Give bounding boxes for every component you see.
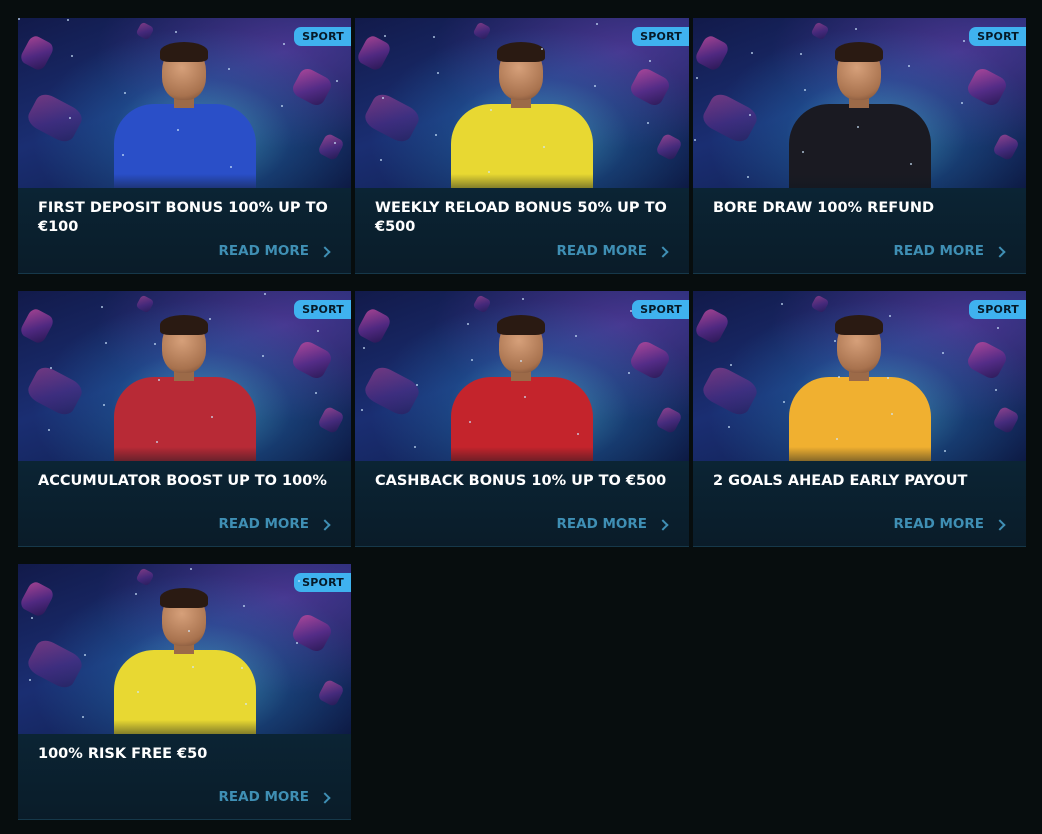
read-more-label: READ MORE — [218, 516, 310, 532]
chevron-right-icon — [657, 518, 669, 531]
jersey — [113, 104, 256, 188]
promo-banner-image: SPORT — [18, 18, 351, 188]
chevron-right-icon — [994, 245, 1006, 258]
chevron-right-icon — [657, 245, 669, 258]
promo-banner-image: SPORT — [355, 291, 689, 461]
promo-title: 100% RISK FREE €50 — [38, 746, 208, 762]
promo-card[interactable]: SPORT CASHBACK BONUS 10% UP TO €500 READ… — [355, 291, 689, 547]
promo-banner-image: SPORT — [693, 18, 1026, 188]
player-illustration — [437, 34, 607, 188]
jersey — [451, 377, 593, 461]
player-illustration — [100, 34, 270, 188]
promo-banner-image: SPORT — [18, 564, 351, 734]
sport-badge: SPORT — [632, 300, 689, 319]
player-illustration — [100, 307, 270, 461]
read-more-label: READ MORE — [556, 243, 648, 259]
promo-title: CASHBACK BONUS 10% UP TO €500 — [375, 473, 667, 489]
promo-title: FIRST DEPOSIT BONUS 100% UP TO €100 — [38, 200, 328, 235]
player-illustration — [775, 307, 945, 461]
read-more-label: READ MORE — [556, 516, 648, 532]
chevron-right-icon — [319, 791, 331, 804]
sport-badge: SPORT — [294, 27, 351, 46]
promo-title: 2 GOALS AHEAD EARLY PAYOUT — [713, 473, 968, 489]
promo-card[interactable]: SPORT FIRST DEPOSIT BONUS 100% UP TO €10… — [18, 18, 351, 274]
promo-banner-image: SPORT — [355, 18, 689, 188]
promo-title: WEEKLY RELOAD BONUS 50% UP TO €500 — [375, 200, 667, 235]
read-more-link[interactable]: READ MORE — [893, 516, 1006, 532]
read-more-link[interactable]: READ MORE — [893, 243, 1006, 259]
read-more-link[interactable]: READ MORE — [556, 243, 669, 259]
promo-card[interactable]: SPORT 100% RISK FREE €50 READ MORE — [18, 564, 351, 820]
promo-title: BORE DRAW 100% REFUND — [713, 200, 935, 216]
player-illustration — [100, 580, 270, 734]
sport-badge: SPORT — [632, 27, 689, 46]
read-more-link[interactable]: READ MORE — [556, 516, 669, 532]
sport-badge: SPORT — [294, 573, 351, 592]
sport-badge: SPORT — [969, 27, 1026, 46]
chevron-right-icon — [319, 518, 331, 531]
read-more-label: READ MORE — [893, 243, 985, 259]
jersey — [788, 104, 931, 188]
read-more-link[interactable]: READ MORE — [218, 516, 331, 532]
sport-badge: SPORT — [969, 300, 1026, 319]
player-illustration — [775, 34, 945, 188]
jersey — [451, 104, 593, 188]
sport-badge: SPORT — [294, 300, 351, 319]
read-more-label: READ MORE — [893, 516, 985, 532]
promo-card[interactable]: SPORT WEEKLY RELOAD BONUS 50% UP TO €500… — [355, 18, 689, 274]
promo-banner-image: SPORT — [18, 291, 351, 461]
chevron-right-icon — [994, 518, 1006, 531]
promo-card[interactable]: SPORT ACCUMULATOR BOOST UP TO 100% READ … — [18, 291, 351, 547]
promo-card[interactable]: SPORT BORE DRAW 100% REFUND READ MORE — [693, 18, 1026, 274]
promo-card[interactable]: SPORT 2 GOALS AHEAD EARLY PAYOUT READ MO… — [693, 291, 1026, 547]
jersey — [788, 377, 931, 461]
read-more-link[interactable]: READ MORE — [218, 789, 331, 805]
chevron-right-icon — [319, 245, 331, 258]
promo-banner-image: SPORT — [693, 291, 1026, 461]
jersey — [113, 650, 256, 734]
jersey — [113, 377, 256, 461]
player-illustration — [437, 307, 607, 461]
read-more-label: READ MORE — [218, 243, 310, 259]
read-more-label: READ MORE — [218, 789, 310, 805]
read-more-link[interactable]: READ MORE — [218, 243, 331, 259]
promo-title: ACCUMULATOR BOOST UP TO 100% — [38, 473, 327, 489]
promotions-grid: SPORT FIRST DEPOSIT BONUS 100% UP TO €10… — [18, 18, 1026, 820]
